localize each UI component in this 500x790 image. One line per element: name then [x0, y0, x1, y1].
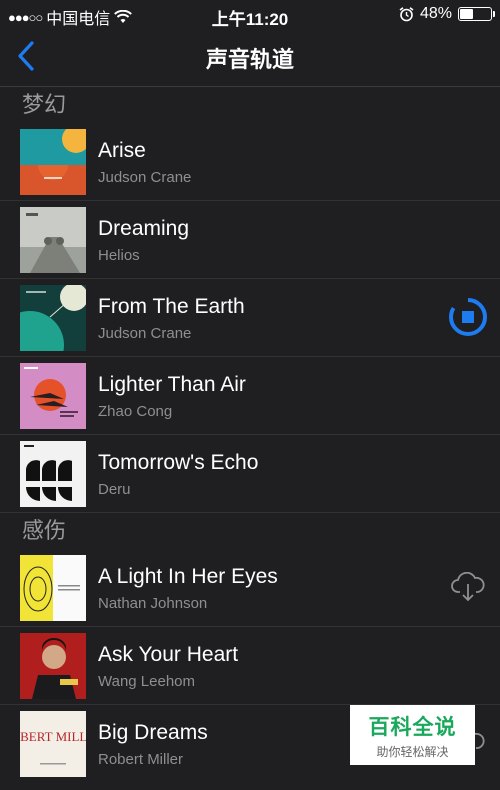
nav-bar: 声音轨道	[0, 28, 500, 87]
track-row[interactable]: Ask Your Heart Wang Leehom	[0, 627, 500, 705]
track-artist: Deru	[98, 481, 131, 498]
watermark-sub: 助你轻松解决	[376, 744, 449, 759]
section-header-dreamy: 梦幻	[0, 87, 500, 123]
cloud-download-icon	[451, 572, 485, 602]
track-list: 梦幻 Arise Judson Crane Dreaming Helios Fr…	[0, 87, 500, 782]
track-artist: Judson Crane	[98, 325, 192, 342]
album-cover	[20, 285, 86, 351]
battery-icon	[458, 7, 495, 21]
track-title: Big Dreams	[98, 721, 208, 744]
track-row[interactable]: Arise Judson Crane	[0, 123, 500, 201]
download-progress-icon	[449, 297, 487, 336]
track-artist: Helios	[98, 247, 140, 264]
track-title: Arise	[98, 139, 146, 162]
status-bar: ●●●○○ 中国电信 上午11:20 48%	[0, 0, 500, 29]
cover-text: ROBERT MILLER	[20, 729, 86, 744]
album-cover	[20, 633, 86, 699]
track-title: Lighter Than Air	[98, 373, 246, 396]
download-progress-button[interactable]	[446, 295, 490, 339]
album-cover	[20, 363, 86, 429]
watermark-logo: 百科全说 助你轻松解决	[350, 705, 475, 765]
track-title: From The Earth	[98, 295, 245, 318]
battery-fill	[460, 9, 474, 19]
watermark-main: 百科全说	[368, 715, 457, 739]
status-right: 48%	[399, 5, 495, 23]
track-artist: Judson Crane	[98, 169, 192, 186]
track-title: Ask Your Heart	[98, 643, 239, 666]
track-title: A Light In Her Eyes	[98, 565, 278, 588]
track-title: Tomorrow's Echo	[98, 451, 259, 474]
album-cover	[20, 129, 86, 195]
track-row[interactable]: Lighter Than Air Zhao Cong	[0, 357, 500, 435]
battery-percent: 48%	[419, 5, 452, 22]
track-row[interactable]: A Light In Her Eyes Nathan Johnson	[0, 549, 500, 627]
track-title: Dreaming	[98, 217, 190, 240]
page-title: 声音轨道	[205, 47, 294, 72]
section-header-sentimental: 感伤	[0, 513, 500, 549]
album-cover	[20, 207, 86, 273]
track-row[interactable]: Dreaming Helios	[0, 201, 500, 279]
album-cover: ROBERT MILLER	[20, 711, 86, 777]
track-artist: Wang Leehom	[98, 673, 196, 690]
track-row[interactable]: From The Earth Judson Crane	[0, 279, 500, 357]
track-artist: Nathan Johnson	[98, 595, 208, 612]
alarm-icon	[399, 6, 414, 21]
track-artist: Zhao Cong	[98, 403, 173, 420]
album-cover	[20, 441, 86, 507]
cloud-download-button[interactable]	[446, 565, 490, 609]
album-cover	[20, 555, 86, 621]
track-artist: Robert Miller	[98, 751, 184, 768]
track-row[interactable]: Tomorrow's Echo Deru	[0, 435, 500, 513]
